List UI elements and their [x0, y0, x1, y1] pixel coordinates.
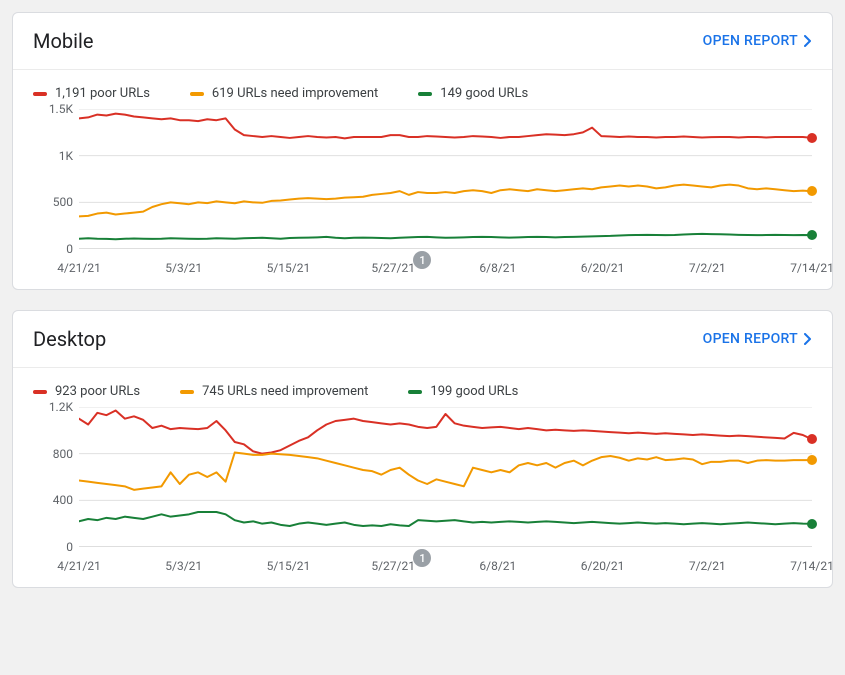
card-header: Desktop OPEN REPORT	[13, 311, 832, 368]
legend-item-good: 149 good URLs	[418, 86, 528, 101]
mobile-card: Mobile OPEN REPORT 1,191 poor URLs 619 URLs…	[12, 12, 833, 290]
series-line-good	[79, 512, 812, 526]
chevron-right-icon	[804, 35, 812, 47]
legend: 923 poor URLs 745 URLs need improvement 19…	[13, 368, 832, 407]
open-report-label: OPEN REPORT	[703, 33, 798, 49]
y-axis-labels: 04008001.2K	[33, 407, 73, 547]
chevron-right-icon	[804, 333, 812, 345]
legend: 1,191 poor URLs 619 URLs need improvement…	[13, 70, 832, 109]
plot-area: 1	[79, 109, 812, 249]
open-report-link[interactable]: OPEN REPORT	[703, 331, 812, 347]
x-tick-label: 6/20/21	[581, 261, 625, 275]
series-end-dot-good	[807, 519, 817, 529]
x-tick-label: 5/15/21	[267, 261, 311, 275]
legend-label: 1,191 poor URLs	[55, 86, 150, 101]
legend-item-improve: 619 URLs need improvement	[190, 86, 378, 101]
series-end-dot-good	[807, 230, 817, 240]
open-report-link[interactable]: OPEN REPORT	[703, 33, 812, 49]
series-line-poor	[79, 114, 812, 139]
legend-swatch	[190, 92, 204, 96]
legend-label: 923 poor URLs	[55, 384, 140, 399]
legend-swatch	[33, 92, 47, 96]
y-tick-label: 500	[53, 195, 73, 209]
y-axis-labels: 05001K1.5K	[33, 109, 73, 249]
plot-area: 1	[79, 407, 812, 547]
series-end-dot-poor	[807, 434, 817, 444]
series-line-improve	[79, 453, 812, 490]
legend-item-good: 199 good URLs	[408, 384, 518, 399]
y-tick-label: 800	[53, 447, 73, 461]
y-tick-label: 1K	[59, 149, 73, 163]
legend-swatch	[33, 390, 47, 394]
x-tick-label: 6/8/21	[479, 261, 516, 275]
x-axis-labels: 4/21/215/3/215/15/215/27/216/8/216/20/21…	[79, 555, 812, 577]
x-tick-label: 6/8/21	[479, 559, 516, 573]
x-tick-label: 7/14/21	[790, 559, 834, 573]
x-tick-label: 7/2/21	[689, 559, 726, 573]
x-tick-label: 4/21/21	[57, 261, 101, 275]
legend-label: 199 good URLs	[430, 384, 518, 399]
series-line-good	[79, 234, 812, 239]
legend-label: 149 good URLs	[440, 86, 528, 101]
x-axis-labels: 4/21/215/3/215/15/215/27/216/8/216/20/21…	[79, 257, 812, 279]
x-tick-label: 5/27/21	[371, 559, 415, 573]
y-tick-label: 1.2K	[49, 400, 73, 414]
series-end-dot-poor	[807, 133, 817, 143]
x-tick-label: 5/3/21	[165, 261, 202, 275]
legend-item-poor: 1,191 poor URLs	[33, 86, 150, 101]
series-end-dot-improve	[807, 186, 817, 196]
chart: 05001K1.5K14/21/215/3/215/15/215/27/216/…	[13, 109, 832, 279]
legend-swatch	[418, 92, 432, 96]
legend-label: 745 URLs need improvement	[202, 384, 368, 399]
series-line-improve	[79, 185, 812, 217]
open-report-label: OPEN REPORT	[703, 331, 798, 347]
y-tick-label: 0	[66, 540, 73, 554]
x-tick-label: 7/14/21	[790, 261, 834, 275]
x-tick-label: 5/15/21	[267, 559, 311, 573]
y-tick-label: 1.5K	[49, 102, 73, 116]
card-title: Mobile	[33, 29, 93, 53]
x-tick-label: 6/20/21	[581, 559, 625, 573]
card-header: Mobile OPEN REPORT	[13, 13, 832, 70]
series-end-dot-improve	[807, 455, 817, 465]
legend-swatch	[180, 390, 194, 394]
legend-label: 619 URLs need improvement	[212, 86, 378, 101]
chart: 04008001.2K14/21/215/3/215/15/215/27/216…	[13, 407, 832, 577]
x-tick-label: 4/21/21	[57, 559, 101, 573]
plot-svg	[79, 407, 812, 547]
x-tick-label: 7/2/21	[689, 261, 726, 275]
legend-item-poor: 923 poor URLs	[33, 384, 140, 399]
plot-svg	[79, 109, 812, 249]
x-tick-label: 5/3/21	[165, 559, 202, 573]
y-tick-label: 400	[53, 493, 73, 507]
desktop-card: Desktop OPEN REPORT 923 poor URLs 745 URLs …	[12, 310, 833, 588]
card-title: Desktop	[33, 327, 106, 351]
legend-swatch	[408, 390, 422, 394]
series-line-poor	[79, 411, 812, 454]
y-tick-label: 0	[66, 242, 73, 256]
x-tick-label: 5/27/21	[371, 261, 415, 275]
legend-item-improve: 745 URLs need improvement	[180, 384, 368, 399]
